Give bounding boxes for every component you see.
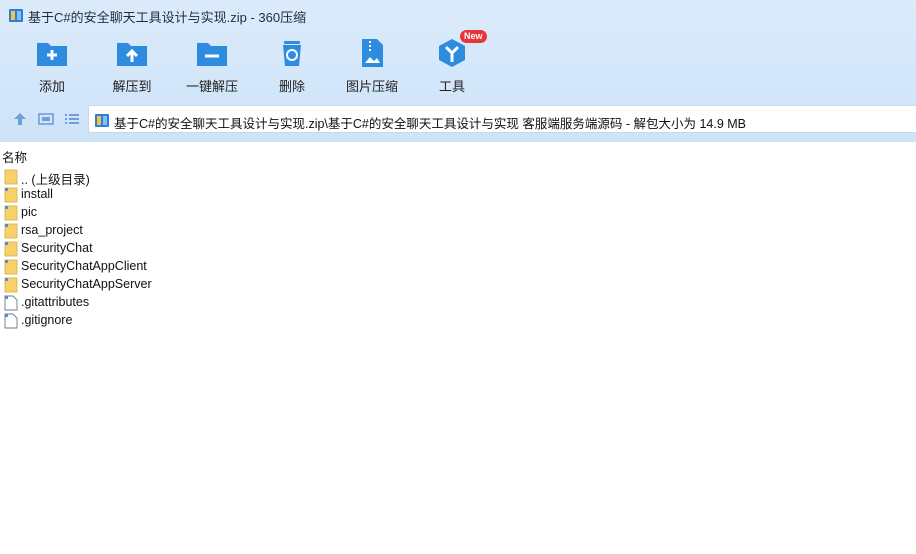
list-item[interactable]: install bbox=[0, 186, 916, 204]
one-click-extract-label: 一键解压 bbox=[185, 79, 238, 94]
add-label: 添加 bbox=[38, 79, 65, 94]
list-item[interactable]: SecurityChat bbox=[0, 240, 916, 258]
file-list: .. (上级目录) install pic rsa_project Securi… bbox=[0, 168, 916, 330]
file-name: SecurityChat bbox=[21, 241, 93, 255]
list-item[interactable]: SecurityChatAppClient bbox=[0, 258, 916, 276]
delete-label: 删除 bbox=[278, 79, 305, 94]
folder-icon bbox=[4, 187, 18, 203]
file-name: .gitignore bbox=[21, 313, 73, 327]
image-compress-label: 图片压缩 bbox=[345, 79, 398, 94]
folder-icon bbox=[4, 259, 18, 275]
delete-icon bbox=[283, 41, 301, 66]
image-compress-button[interactable]: 图片压缩 bbox=[332, 34, 412, 98]
toolbar: 添加 解压到 一键解压 删除 图片压缩 New 工具 bbox=[0, 30, 916, 98]
new-badge: New bbox=[460, 30, 487, 43]
list-item[interactable]: SecurityChatAppServer bbox=[0, 276, 916, 294]
folder-icon bbox=[4, 241, 18, 257]
add-icon bbox=[37, 43, 67, 66]
extract-to-icon bbox=[117, 43, 147, 66]
archive-icon bbox=[95, 114, 109, 127]
folder-icon bbox=[4, 205, 18, 221]
list-item[interactable]: pic bbox=[0, 204, 916, 222]
list-header: 名称 bbox=[0, 142, 916, 166]
delete-button[interactable]: 删除 bbox=[252, 34, 332, 98]
list-item[interactable]: rsa_project bbox=[0, 222, 916, 240]
tools-label: 工具 bbox=[438, 79, 465, 94]
image-compress-icon bbox=[362, 39, 383, 67]
address-path: 基于C#的安全聊天工具设计与实现.zip\基于C#的安全聊天工具设计与实现 客服… bbox=[114, 117, 746, 131]
app-logo-icon bbox=[9, 9, 23, 22]
window-title: 基于C#的安全聊天工具设计与实现.zip - 360压缩 bbox=[28, 10, 307, 25]
file-name: SecurityChatAppServer bbox=[21, 277, 152, 291]
list-item[interactable]: .gitignore bbox=[0, 312, 916, 330]
file-icon bbox=[4, 295, 18, 311]
list-item[interactable]: .. (上级目录) bbox=[0, 168, 916, 187]
folder-icon bbox=[4, 277, 18, 293]
file-name: .gitattributes bbox=[21, 295, 90, 309]
address-row: 基于C#的安全聊天工具设计与实现.zip\基于C#的安全聊天工具设计与实现 客服… bbox=[0, 104, 916, 134]
tools-button[interactable]: New 工具 bbox=[412, 30, 492, 98]
file-icon bbox=[4, 313, 18, 329]
extract-to-label: 解压到 bbox=[112, 79, 152, 94]
up-arrow-icon[interactable] bbox=[12, 111, 28, 127]
file-name: install bbox=[21, 187, 53, 201]
folder-icon bbox=[4, 223, 18, 239]
extract-to-button[interactable]: 解压到 bbox=[92, 34, 172, 98]
list-view-icon[interactable] bbox=[64, 111, 80, 127]
one-click-extract-button[interactable]: 一键解压 bbox=[172, 34, 252, 98]
address-bar[interactable]: 基于C#的安全聊天工具设计与实现.zip\基于C#的安全聊天工具设计与实现 客服… bbox=[88, 105, 916, 133]
one-click-extract-icon bbox=[197, 43, 227, 66]
thumbnail-view-icon[interactable] bbox=[38, 111, 54, 127]
file-name: rsa_project bbox=[21, 223, 83, 237]
list-item[interactable]: .gitattributes bbox=[0, 294, 916, 312]
add-button[interactable]: 添加 bbox=[12, 34, 92, 98]
file-name: pic bbox=[21, 205, 37, 219]
title-bar: 基于C#的安全聊天工具设计与实现.zip - 360压缩 bbox=[0, 0, 916, 30]
folder-icon bbox=[4, 169, 18, 185]
top-panel: 基于C#的安全聊天工具设计与实现.zip - 360压缩 添加 解压到 一键解压 bbox=[0, 0, 916, 142]
column-header-name[interactable]: 名称 bbox=[2, 147, 27, 166]
file-name: SecurityChatAppClient bbox=[21, 259, 147, 273]
